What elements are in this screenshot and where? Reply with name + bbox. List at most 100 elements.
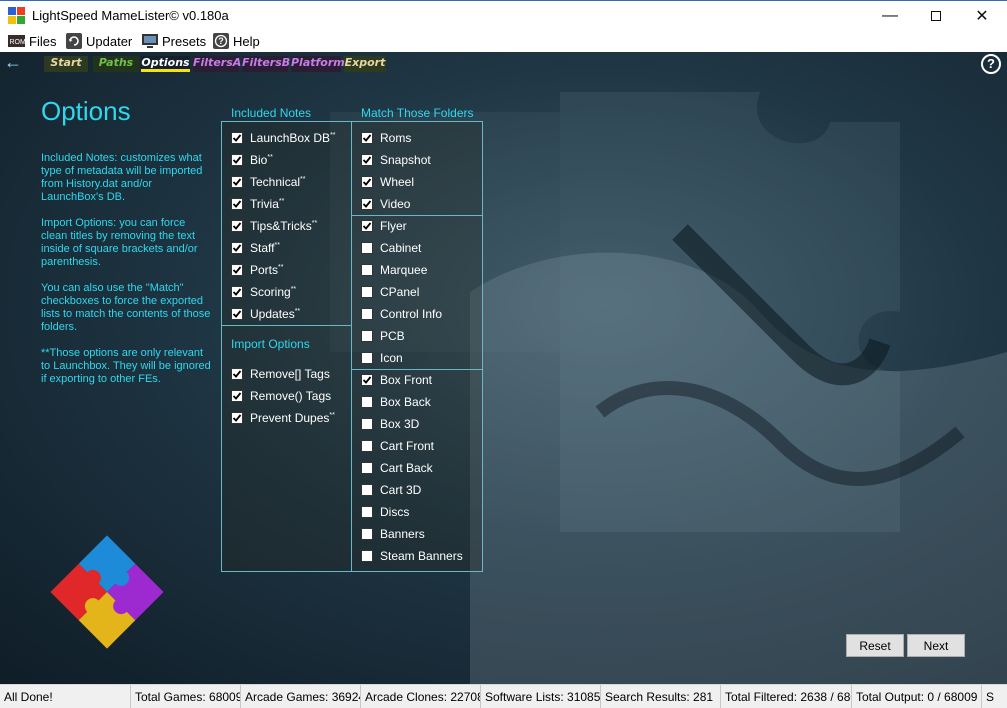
checkbox-checked[interactable]: [361, 176, 373, 188]
checkbox-checked[interactable]: [231, 264, 243, 276]
checkbox-checked[interactable]: [361, 220, 373, 232]
checkbox-row[interactable]: Remove() Tags: [231, 388, 331, 404]
checkbox-checked[interactable]: [361, 198, 373, 210]
checkbox-row[interactable]: Ports**: [231, 262, 283, 278]
checkbox-unchecked[interactable]: [361, 418, 373, 430]
checkbox-checked[interactable]: [231, 242, 243, 254]
checkbox-label-text: CPanel: [380, 285, 420, 299]
checkbox-label-text: Box Back: [380, 395, 431, 409]
checkbox-checked[interactable]: [231, 412, 243, 424]
checkbox-unchecked[interactable]: [361, 440, 373, 452]
checkbox-row[interactable]: Cart Back: [361, 460, 433, 476]
menu-bar: ROM Files Updater Presets ? Help: [0, 30, 1007, 52]
checkbox-checked[interactable]: [231, 154, 243, 166]
checkbox-unchecked[interactable]: [361, 330, 373, 342]
divider: [351, 369, 483, 370]
minimize-button[interactable]: —: [867, 1, 913, 31]
checkbox-row[interactable]: Remove[] Tags: [231, 366, 330, 382]
checkbox-row[interactable]: Steam Banners: [361, 548, 463, 564]
checkbox-row[interactable]: Staff**: [231, 240, 280, 256]
checkbox-label: Roms: [380, 131, 411, 145]
checkbox-checked[interactable]: [361, 154, 373, 166]
menu-updater-label: Updater: [86, 33, 133, 49]
checkbox-checked[interactable]: [361, 132, 373, 144]
checkbox-row[interactable]: Scoring**: [231, 284, 296, 300]
checkbox-row[interactable]: Trivia**: [231, 196, 284, 212]
checkbox-row[interactable]: PCB: [361, 328, 405, 344]
checkbox-checked[interactable]: [231, 220, 243, 232]
checkbox-unchecked[interactable]: [361, 484, 373, 496]
checkbox-label: Prevent Dupes**: [250, 411, 335, 425]
launchbox-only-marker: **: [330, 132, 336, 139]
refresh-icon: [65, 33, 82, 49]
maximize-button[interactable]: [913, 1, 959, 31]
checkbox-row[interactable]: Snapshot: [361, 152, 431, 168]
checkbox-row[interactable]: Cabinet: [361, 240, 421, 256]
checkbox-unchecked[interactable]: [361, 528, 373, 540]
checkbox-unchecked[interactable]: [361, 308, 373, 320]
checkbox-row[interactable]: Wheel: [361, 174, 414, 190]
checkbox-row[interactable]: Cart Front: [361, 438, 434, 454]
checkbox-row[interactable]: Marquee: [361, 262, 427, 278]
checkbox-row[interactable]: Cart 3D: [361, 482, 421, 498]
checkbox-label: Video: [380, 197, 410, 211]
checkbox-row[interactable]: Bio**: [231, 152, 273, 168]
tab-export[interactable]: Export: [344, 56, 386, 72]
checkbox-row[interactable]: Discs: [361, 504, 409, 520]
checkbox-unchecked[interactable]: [361, 264, 373, 276]
checkbox-unchecked[interactable]: [361, 506, 373, 518]
tab-platform[interactable]: Platform: [291, 56, 345, 72]
checkbox-checked[interactable]: [361, 374, 373, 386]
checkbox-row[interactable]: LaunchBox DB**: [231, 130, 336, 146]
checkbox-row[interactable]: Box 3D: [361, 416, 419, 432]
checkbox-row[interactable]: Control Info: [361, 306, 442, 322]
tab-filtersb[interactable]: FiltersB: [242, 56, 290, 72]
tab-options[interactable]: Options: [141, 56, 190, 72]
menu-presets[interactable]: Presets: [141, 31, 206, 51]
checkbox-checked[interactable]: [231, 368, 243, 380]
checkbox-row[interactable]: Flyer: [361, 218, 407, 234]
checkbox-checked[interactable]: [231, 198, 243, 210]
checkbox-unchecked[interactable]: [361, 550, 373, 562]
main-panel: ← Start Paths Options FiltersA FiltersB …: [0, 52, 1007, 684]
checkbox-label: Bio**: [250, 153, 273, 167]
checkbox-unchecked[interactable]: [361, 396, 373, 408]
back-arrow-icon[interactable]: ←: [4, 53, 22, 71]
menu-updater[interactable]: Updater: [65, 31, 132, 51]
checkbox-label: LaunchBox DB**: [250, 131, 336, 145]
help-button[interactable]: ?: [981, 54, 1001, 74]
reset-button[interactable]: Reset: [846, 634, 904, 657]
tab-start[interactable]: Start: [44, 56, 88, 72]
checkbox-row[interactable]: Roms: [361, 130, 411, 146]
checkbox-label-text: Remove[] Tags: [250, 367, 330, 381]
menu-help-label: Help: [233, 33, 260, 49]
app-logo-icon: [8, 7, 25, 24]
checkbox-unchecked[interactable]: [361, 242, 373, 254]
checkbox-row[interactable]: Banners: [361, 526, 425, 542]
checkbox-row[interactable]: Video: [361, 196, 410, 212]
checkbox-unchecked[interactable]: [361, 462, 373, 474]
tab-paths[interactable]: Paths: [93, 56, 139, 72]
tab-filtersa[interactable]: FiltersA: [193, 56, 241, 72]
close-button[interactable]: ✕: [959, 1, 1005, 31]
checkbox-checked[interactable]: [231, 286, 243, 298]
checkbox-label: CPanel: [380, 285, 419, 299]
checkbox-checked[interactable]: [231, 308, 243, 320]
checkbox-row[interactable]: Box Front: [361, 372, 432, 388]
launchbox-only-marker: **: [294, 308, 301, 315]
menu-files[interactable]: ROM Files: [8, 31, 56, 51]
checkbox-row[interactable]: Updates**: [231, 306, 300, 322]
checkbox-row[interactable]: Tips&Tricks**: [231, 218, 317, 234]
checkbox-checked[interactable]: [231, 132, 243, 144]
checkbox-row[interactable]: Box Back: [361, 394, 431, 410]
checkbox-unchecked[interactable]: [361, 352, 373, 364]
checkbox-row[interactable]: Technical**: [231, 174, 305, 190]
checkbox-checked[interactable]: [231, 390, 243, 402]
checkbox-row[interactable]: Icon: [361, 350, 403, 366]
checkbox-row[interactable]: Prevent Dupes**: [231, 410, 335, 426]
menu-help[interactable]: ? Help: [212, 31, 260, 51]
next-button[interactable]: Next: [907, 634, 965, 657]
checkbox-checked[interactable]: [231, 176, 243, 188]
checkbox-unchecked[interactable]: [361, 286, 373, 298]
checkbox-row[interactable]: CPanel: [361, 284, 419, 300]
